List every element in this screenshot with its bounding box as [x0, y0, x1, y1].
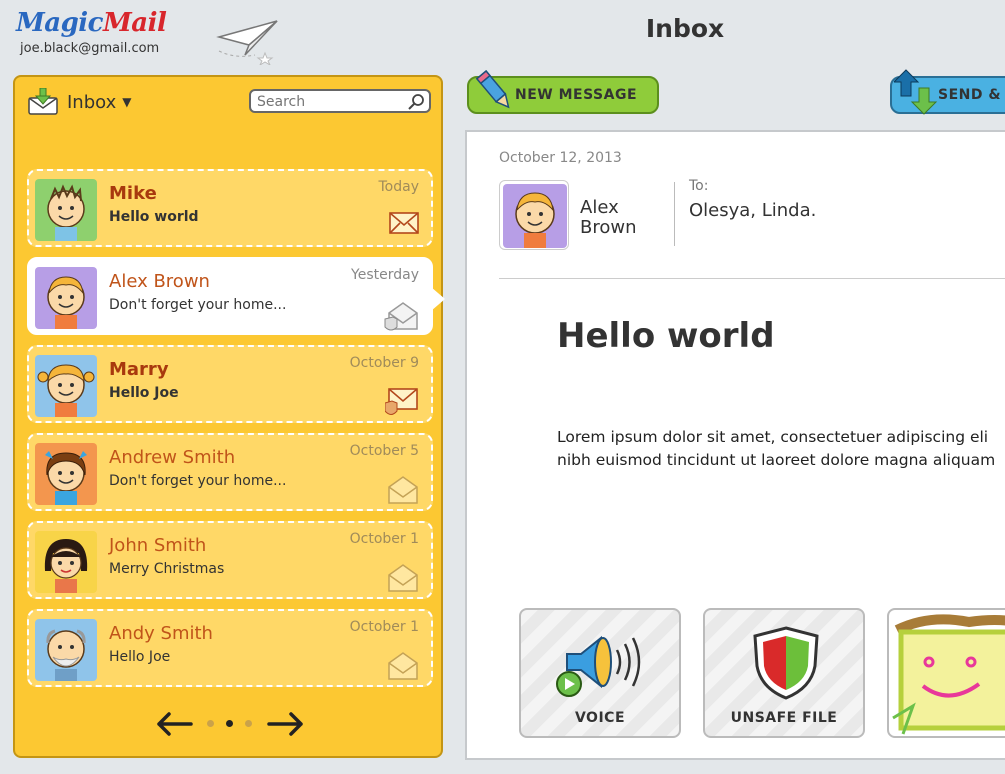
- message-sender: Mike: [109, 183, 157, 204]
- page-title: Inbox: [645, 14, 725, 43]
- envelope-closed-icon: [389, 212, 419, 234]
- search-input[interactable]: [251, 92, 413, 112]
- message-subject: Hello world: [557, 316, 775, 356]
- selected-pointer: [431, 287, 445, 311]
- send-receive-label: SEND &: [938, 87, 1002, 103]
- attachment-unsafe-file[interactable]: UNSAFE FILE: [703, 608, 865, 738]
- avatar: [35, 355, 97, 417]
- avatar: [35, 531, 97, 593]
- folder-selector[interactable]: Inbox ▼: [27, 87, 132, 117]
- avatar: [35, 443, 97, 505]
- send-receive-button[interactable]: SEND &: [890, 69, 1005, 115]
- chevron-down-icon: ▼: [122, 95, 132, 109]
- send-receive-icon: [894, 69, 938, 115]
- to-label: To:: [689, 178, 709, 194]
- message-preview: Don't forget your home...: [109, 297, 287, 313]
- inbox-sidebar: Inbox ▼ Mike Hello world: [13, 75, 445, 758]
- message-date: October 1: [349, 531, 419, 547]
- message-date: Yesterday: [351, 267, 419, 283]
- arrow-right-icon[interactable]: [265, 711, 305, 737]
- new-message-label: NEW MESSAGE: [515, 87, 638, 103]
- app-header: MagicMail joe.black@gmail.com Inbox: [0, 0, 1005, 70]
- new-message-button[interactable]: NEW MESSAGE: [467, 69, 659, 114]
- message-body-line: Lorem ipsum dolor sit amet, consectetuer…: [557, 428, 989, 446]
- message-preview: Hello Joe: [109, 385, 179, 401]
- avatar: [35, 267, 97, 329]
- message-item-andy-smith[interactable]: Andy Smith Hello Joe October 1: [27, 609, 433, 687]
- message-body: Lorem ipsum dolor sit amet, consectetuer…: [557, 426, 995, 472]
- search-box: [249, 89, 431, 113]
- avatar: [35, 619, 97, 681]
- avatar: [35, 179, 97, 241]
- content-divider: [499, 278, 1005, 279]
- message-view: October 12, 2013 Alex Brown To: Olesya, …: [465, 130, 1005, 760]
- header-divider: [674, 182, 675, 246]
- account-email: joe.black@gmail.com: [20, 41, 160, 56]
- message-date: October 1: [349, 619, 419, 635]
- search-icon[interactable]: [407, 93, 425, 111]
- message-preview: Merry Christmas: [109, 561, 225, 577]
- message-item-alex-brown[interactable]: Alex Brown Don't forget your home... Yes…: [27, 257, 445, 335]
- message-sender: Alex Brown: [109, 271, 210, 292]
- sender-last-name: Brown: [580, 217, 637, 238]
- envelope-open-shield-icon: [384, 302, 418, 331]
- page-dot[interactable]: [245, 720, 252, 727]
- message-sender: John Smith: [109, 535, 207, 556]
- message-sender: Andy Smith: [109, 623, 213, 644]
- attachment-label: UNSAFE FILE: [730, 710, 838, 726]
- page-dot-active[interactable]: [226, 720, 233, 727]
- message-sender: Marry: [109, 359, 169, 380]
- message-date: October 12, 2013: [499, 150, 622, 166]
- logo-text-magic: Magic: [16, 8, 104, 38]
- arrow-left-icon[interactable]: [155, 711, 195, 737]
- message-body-line: nibh euismod tincidunt ut laoreet dolore…: [557, 451, 996, 469]
- message-preview: Hello Joe: [109, 649, 171, 665]
- envelope-open-icon: [388, 564, 418, 592]
- envelope-open-icon: [388, 652, 418, 680]
- page-dot[interactable]: [207, 720, 214, 727]
- envelope-closed-shield-icon: [385, 388, 418, 415]
- pencil-icon: [475, 69, 510, 109]
- recipients: Olesya, Linda.: [689, 200, 817, 221]
- message-sender: Andrew Smith: [109, 447, 236, 468]
- attachment-label: VOICE: [574, 710, 626, 726]
- message-date: October 5: [349, 443, 419, 459]
- envelope-open-icon: [388, 476, 418, 504]
- folder-label: Inbox: [67, 91, 117, 113]
- paper-plane-icon: [216, 20, 278, 65]
- attachment-voice[interactable]: VOICE: [519, 608, 681, 738]
- attachment-drawing[interactable]: [887, 608, 1005, 738]
- logo-text-mail: Mail: [103, 8, 167, 38]
- sender-avatar: [499, 180, 569, 250]
- speaker-icon: [556, 635, 641, 697]
- message-item-mike[interactable]: Mike Hello world Today: [27, 169, 433, 247]
- mail-app: MagicMail joe.black@gmail.com Inbox Inbo…: [0, 0, 1005, 774]
- inbox-tray-icon: [28, 88, 58, 115]
- message-item-john-smith[interactable]: John Smith Merry Christmas October 1: [27, 521, 433, 599]
- app-logo: MagicMail: [16, 8, 167, 38]
- shield-icon: [753, 626, 819, 700]
- message-item-marry[interactable]: Marry Hello Joe October 9: [27, 345, 433, 423]
- message-date: Today: [378, 179, 420, 195]
- message-preview: Hello world: [109, 209, 199, 225]
- message-date: October 9: [349, 355, 419, 371]
- sender-first-name: Alex: [580, 197, 619, 218]
- message-item-andrew-smith[interactable]: Andrew Smith Don't forget your home... O…: [27, 433, 433, 511]
- sender-name: Alex Brown: [580, 198, 650, 238]
- pagination: [155, 709, 305, 739]
- message-preview: Don't forget your home...: [109, 473, 287, 489]
- drawing-thumbnail: [891, 612, 1005, 735]
